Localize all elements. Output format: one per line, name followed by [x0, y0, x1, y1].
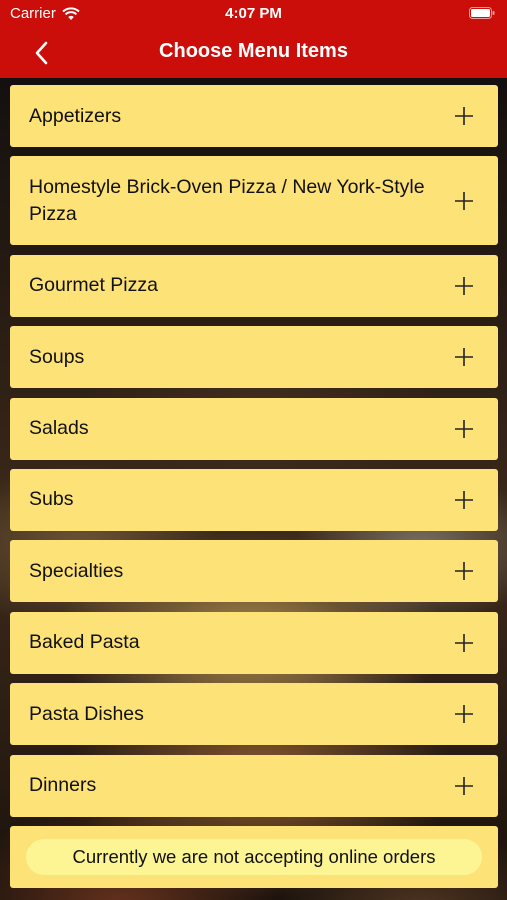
menu-item-gourmet-pizza[interactable]: Gourmet Pizza — [10, 254, 498, 317]
menu-item-appetizers[interactable]: Appetizers — [10, 85, 498, 147]
menu-item-soups[interactable]: Soups — [10, 326, 498, 389]
menu-item-label: Dinners — [29, 774, 97, 797]
plus-icon[interactable] — [455, 419, 473, 438]
plus-icon[interactable] — [455, 107, 473, 125]
plus-icon[interactable] — [455, 776, 473, 795]
menu-item-label: Appetizers — [29, 104, 122, 127]
plus-icon[interactable] — [455, 562, 473, 581]
menu-item-label: Specialties — [29, 559, 124, 582]
status-bar: Carrier 4:07 PM — [0, 0, 507, 28]
not-accepting-orders-toast: Currently we are not accepting online or… — [26, 839, 482, 875]
menu-item-label: Soups — [29, 345, 85, 368]
menu-item-label: Salads — [29, 417, 89, 440]
plus-icon[interactable] — [455, 633, 473, 652]
menu-item-subs[interactable]: Subs — [10, 468, 498, 531]
plus-icon[interactable] — [455, 276, 473, 295]
screen: Carrier 4:07 PM Choose Menu Items Appeti… — [0, 0, 507, 900]
plus-icon[interactable] — [455, 191, 473, 210]
status-time: 4:07 PM — [225, 5, 282, 22]
menu-item-label: Pasta Dishes — [29, 702, 144, 725]
plus-icon[interactable] — [455, 490, 473, 509]
menu-item-pasta-dishes[interactable]: Pasta Dishes — [10, 683, 498, 746]
menu-item-salads[interactable]: Salads — [10, 397, 498, 460]
toast-message: Currently we are not accepting online or… — [72, 846, 436, 867]
plus-icon[interactable] — [455, 348, 473, 367]
menu-item-homestyle-pizza[interactable]: Homestyle Brick-Oven Pizza / New York-St… — [10, 156, 498, 246]
menu-item-label: Gourmet Pizza — [29, 274, 158, 297]
menu-item-label: Baked Pasta — [29, 631, 140, 654]
menu-category-list: Appetizers Homestyle Brick-Oven Pizza / … — [10, 85, 498, 897]
page-title: Choose Menu Items — [159, 40, 348, 62]
battery-icon — [469, 7, 495, 19]
header-bar: Carrier 4:07 PM Choose Menu Items — [0, 0, 507, 78]
plus-icon[interactable] — [455, 705, 473, 724]
menu-item-specialties[interactable]: Specialties — [10, 540, 498, 603]
menu-item-label: Homestyle Brick-Oven Pizza / New York-St… — [29, 175, 425, 225]
navigation-bar: Choose Menu Items — [0, 28, 507, 78]
menu-item-dinners[interactable]: Dinners — [10, 754, 498, 817]
menu-item-baked-pasta[interactable]: Baked Pasta — [10, 611, 498, 674]
menu-item-label: Subs — [29, 488, 74, 511]
